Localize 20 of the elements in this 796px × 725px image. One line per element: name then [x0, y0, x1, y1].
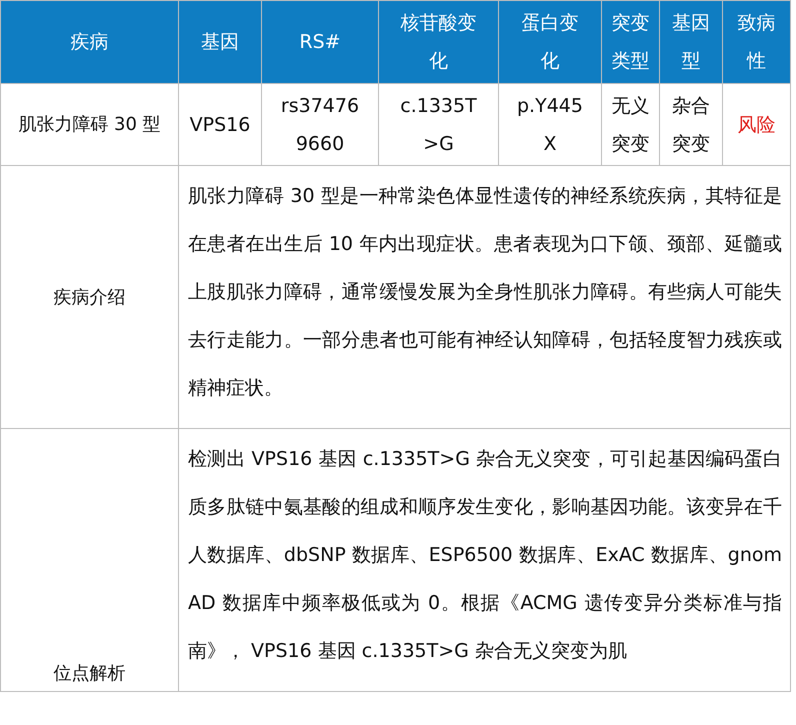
- table-cell: 风险: [723, 84, 791, 166]
- table-cell: p.Y445X: [499, 84, 602, 166]
- column-header: 基因: [179, 1, 262, 84]
- column-header: RS#: [262, 1, 379, 84]
- table-cell: c.1335T>G: [379, 84, 499, 166]
- section-text: 检测出 VPS16 基因 c.1335T>G 杂合无义突变，可引起基因编码蛋白质多肽链中氨基酸的组成和顺序发生变化，影响基因功能。该变异在千人数据库、dbSNP 数据库、ESP6500 数据库、ExAC 数据库、gnomAD 数据库中频率极低或为 0。根据《ACMG 遗传变异分类标准与指南》， VPS16 基因 c.1335T>G 杂合无义突变为肌: [188, 447, 782, 664]
- column-header: 基因型: [660, 1, 723, 84]
- column-header: 疾病: [1, 1, 179, 84]
- column-header: 突变类型: [602, 1, 660, 84]
- section-label: 疾病介绍: [54, 286, 126, 310]
- table-cell: 无义突变: [602, 84, 660, 166]
- column-header: 核苷酸变化: [379, 1, 499, 84]
- column-header: 致病性: [723, 1, 791, 84]
- table-cell: rs374769660: [262, 84, 379, 166]
- table-cell: VPS16: [179, 84, 262, 166]
- table-cell: 肌张力障碍 30 型: [1, 84, 179, 166]
- section-label: 位点解析: [54, 662, 126, 686]
- table-cell: 杂合突变: [660, 84, 723, 166]
- section-text: 肌张力障碍 30 型是一种常染色体显性遗传的神经系统疾病，其特征是在患者在出生后 10 年内出现症状。患者表现为口下颌、颈部、延髓或上肢肌张力障碍，通常缓慢发展为全身性肌张力障碍。有些病人可能失去行走能力。一部分患者也可能有神经认知障碍，包括轻度智力残疾或精神症状。: [188, 184, 782, 401]
- column-header: 蛋白变化: [499, 1, 602, 84]
